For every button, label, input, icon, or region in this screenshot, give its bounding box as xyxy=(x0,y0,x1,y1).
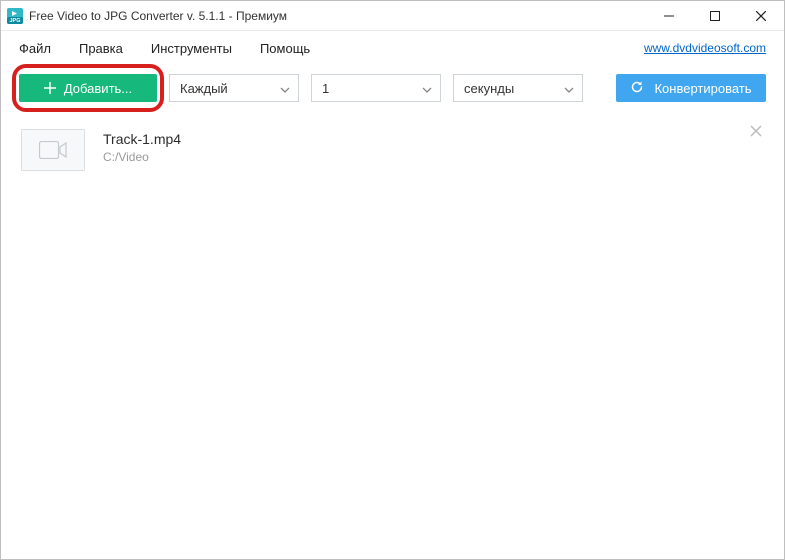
close-icon xyxy=(756,11,766,21)
chevron-down-icon xyxy=(422,81,432,96)
chevron-down-icon xyxy=(280,81,290,96)
refresh-icon xyxy=(630,80,644,97)
video-icon xyxy=(39,141,67,159)
file-list: Track-1.mp4 C:/Video xyxy=(1,111,784,185)
chevron-down-icon xyxy=(564,81,574,96)
menu-tools[interactable]: Инструменты xyxy=(137,31,246,65)
app-window: JPG Free Video to JPG Converter v. 5.1.1… xyxy=(0,0,785,560)
mode-select[interactable]: Каждый xyxy=(169,74,299,102)
menu-file[interactable]: Файл xyxy=(5,31,65,65)
plus-icon xyxy=(44,82,56,94)
maximize-icon xyxy=(710,11,720,21)
titlebar: JPG Free Video to JPG Converter v. 5.1.1… xyxy=(1,1,784,31)
maximize-button[interactable] xyxy=(692,1,738,31)
close-icon xyxy=(750,125,762,137)
add-button-wrapper: Добавить... xyxy=(19,74,157,102)
menubar: Файл Правка Инструменты Помощь www.dvdvi… xyxy=(1,31,784,65)
vendor-link[interactable]: www.dvdvideosoft.com xyxy=(644,41,780,55)
svg-text:JPG: JPG xyxy=(9,18,20,24)
menu-help[interactable]: Помощь xyxy=(246,31,324,65)
unit-select-value: секунды xyxy=(464,81,514,96)
file-path: C:/Video xyxy=(103,149,181,166)
value-select-value: 1 xyxy=(322,81,329,96)
value-select[interactable]: 1 xyxy=(311,74,441,102)
convert-button-label: Конвертировать xyxy=(654,81,751,96)
convert-button[interactable]: Конвертировать xyxy=(616,74,766,102)
minimize-button[interactable] xyxy=(646,1,692,31)
file-item[interactable]: Track-1.mp4 C:/Video xyxy=(17,119,768,185)
add-button-label: Добавить... xyxy=(64,81,132,96)
app-icon: JPG xyxy=(7,8,23,24)
close-button[interactable] xyxy=(738,1,784,31)
remove-file-button[interactable] xyxy=(750,125,762,141)
file-text: Track-1.mp4 C:/Video xyxy=(103,129,181,167)
mode-select-value: Каждый xyxy=(180,81,228,96)
file-thumbnail xyxy=(21,129,85,171)
menu-edit[interactable]: Правка xyxy=(65,31,137,65)
window-title: Free Video to JPG Converter v. 5.1.1 - П… xyxy=(29,9,287,23)
unit-select[interactable]: секунды xyxy=(453,74,583,102)
file-name: Track-1.mp4 xyxy=(103,129,181,149)
toolbar: Добавить... Каждый 1 секунды xyxy=(1,65,784,111)
add-button[interactable]: Добавить... xyxy=(19,74,157,102)
minimize-icon xyxy=(664,11,674,21)
